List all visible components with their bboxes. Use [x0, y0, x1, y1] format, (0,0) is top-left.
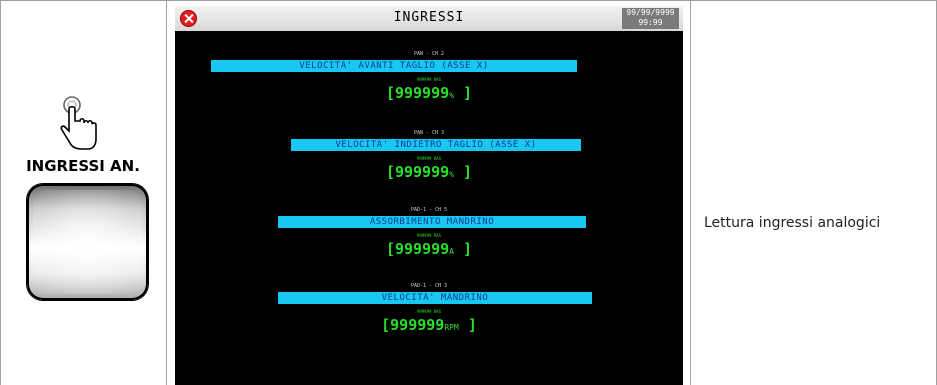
- value-number: [999999: [385, 163, 450, 181]
- screen-title: INGRESSI: [393, 10, 465, 25]
- channel-tag: PAN - CH 2: [413, 51, 445, 57]
- table-border-left: [0, 0, 1, 385]
- value-bracket: ]: [463, 163, 473, 181]
- value-number: [999999: [385, 240, 450, 258]
- unit-tag: 999999 RAS: [416, 77, 442, 82]
- input-value: [999999% ]: [175, 163, 683, 181]
- value-unit: %: [449, 170, 454, 179]
- input-label-bar: VELOCITA' INDIETRO TAGLIO (ASSE X): [291, 139, 581, 151]
- input-value: [999999% ]: [175, 84, 683, 102]
- input-label-bar: VELOCITA' MANDRINO: [278, 292, 592, 304]
- ingressi-an-button[interactable]: [27, 184, 148, 300]
- value-number: [999999: [381, 316, 445, 334]
- input-value: [999999RPM ]: [175, 316, 683, 334]
- title-bar: INGRESSI 99/99/9999 99:99: [175, 6, 683, 31]
- channel-tag: PAD-1 - CH 5: [410, 207, 448, 213]
- description-text: Lettura ingressi analogici: [704, 215, 881, 231]
- unit-tag: 999999 RAS: [416, 309, 442, 314]
- input-label-bar: VELOCITA' AVANTI TAGLIO (ASSE X): [211, 60, 577, 72]
- table-divider-2: [690, 0, 691, 385]
- date-text: 99/99/9999: [626, 8, 675, 17]
- channel-tag: PAD-1 - CH 3: [410, 283, 448, 289]
- value-unit: RPM: [444, 323, 459, 332]
- unit-tag: 999999 RAS: [416, 233, 442, 238]
- value-unit: %: [449, 91, 454, 100]
- value-number: [999999: [385, 84, 450, 102]
- table-divider-1: [166, 0, 167, 385]
- value-unit: A: [449, 247, 454, 256]
- hand-pointer-icon: [60, 96, 97, 150]
- unit-tag: 999999 RAS: [416, 156, 442, 161]
- value-bracket: ]: [467, 316, 477, 334]
- table-top-border: [0, 0, 937, 1]
- input-label-bar: ASSORBIMENTO MANDRINO: [278, 216, 586, 228]
- value-bracket: ]: [463, 240, 473, 258]
- channel-tag: PAN - CH 3: [413, 130, 445, 136]
- input-value: [999999A ]: [175, 240, 683, 258]
- datetime-box: 99/99/9999 99:99: [622, 8, 679, 29]
- time-text: 99:99: [638, 18, 663, 27]
- hmi-screen: INGRESSI 99/99/9999 99:99 PAN - CH 2 VEL…: [175, 6, 683, 385]
- value-bracket: ]: [463, 84, 473, 102]
- button-label: INGRESSI AN.: [26, 157, 140, 175]
